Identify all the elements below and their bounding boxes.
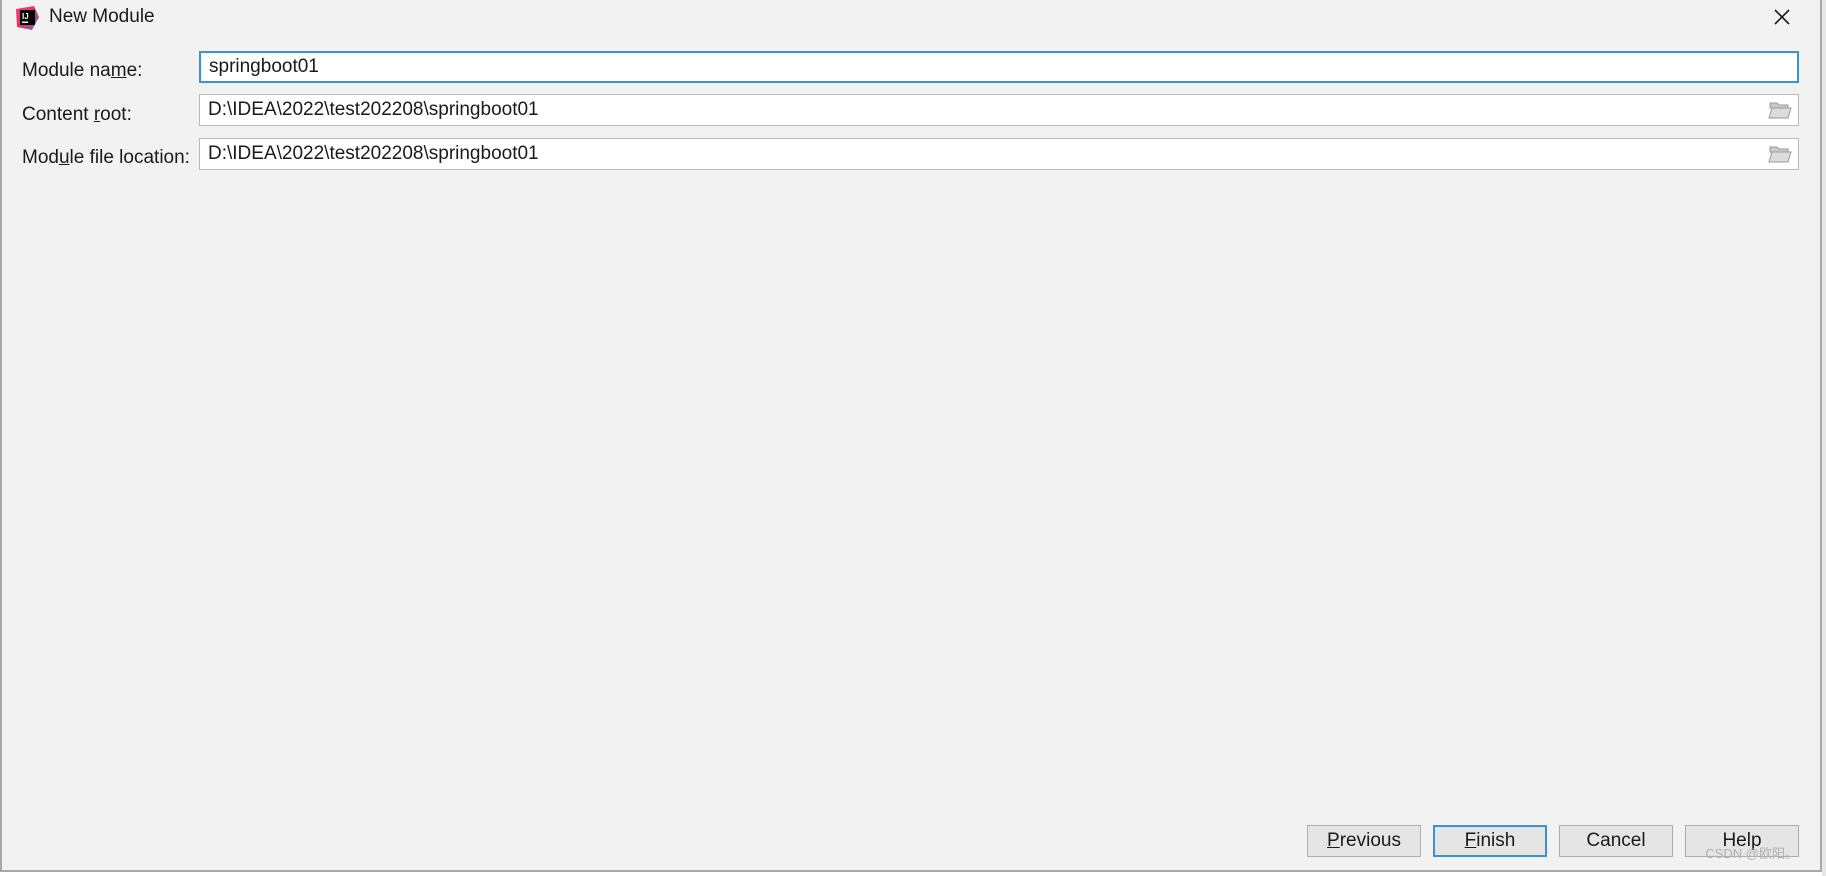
module-file-location-label: Module file location: xyxy=(22,147,190,168)
watermark: CSDN @欧阳。 xyxy=(1705,846,1798,861)
module-name-row: Module name: xyxy=(2,51,1820,83)
content-root-input[interactable] xyxy=(200,95,1798,125)
module-file-location-row: Module file location: xyxy=(2,138,1820,170)
finish-button[interactable]: Finish xyxy=(1433,825,1547,857)
content-root-field[interactable] xyxy=(199,94,1799,126)
previous-button[interactable]: Previous xyxy=(1307,825,1421,857)
background-window-edge xyxy=(1822,0,1826,876)
content-root-label: Content root: xyxy=(22,104,132,125)
window-title: New Module xyxy=(49,6,155,27)
module-file-location-field[interactable] xyxy=(199,138,1799,170)
browse-folder-icon[interactable] xyxy=(1768,99,1792,121)
content-root-row: Content root: xyxy=(2,94,1820,126)
module-name-label: Module name: xyxy=(22,60,143,81)
close-icon xyxy=(1774,9,1790,25)
close-button[interactable] xyxy=(1766,2,1798,32)
title-bar: IJ New Module xyxy=(2,0,1820,34)
cancel-button[interactable]: Cancel xyxy=(1559,825,1673,857)
module-name-input[interactable] xyxy=(201,53,1797,81)
browse-folder-icon[interactable] xyxy=(1768,143,1792,165)
svg-text:IJ: IJ xyxy=(22,12,29,21)
module-file-location-input[interactable] xyxy=(200,139,1798,169)
new-module-dialog: IJ New Module Module name: Content root: xyxy=(0,0,1822,872)
intellij-idea-icon: IJ xyxy=(16,6,39,30)
module-name-field[interactable] xyxy=(199,51,1799,83)
